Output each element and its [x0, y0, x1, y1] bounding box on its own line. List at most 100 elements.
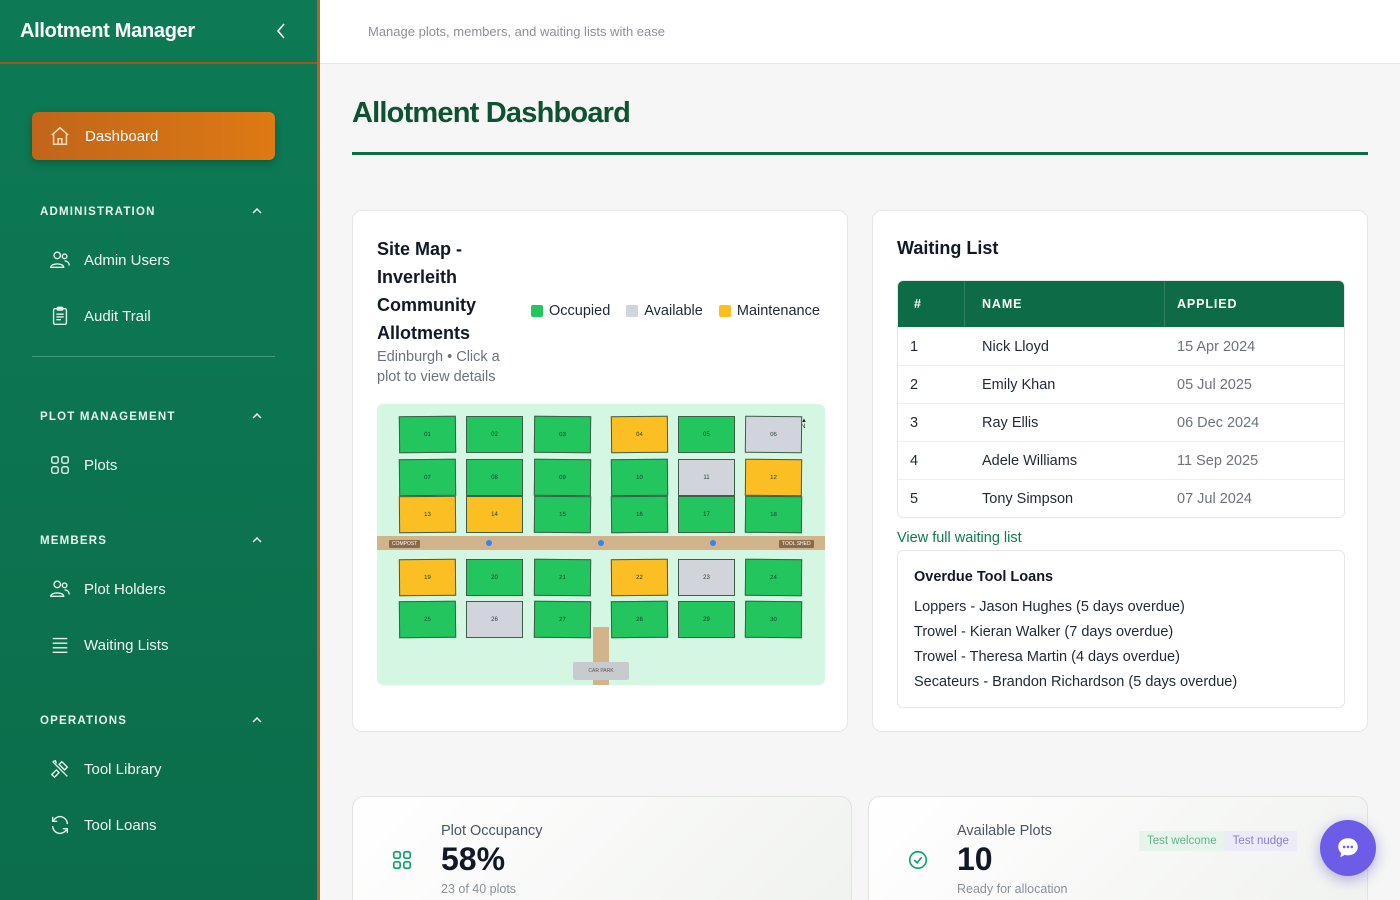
- row-number: 2: [910, 376, 919, 393]
- plot-03[interactable]: 03: [533, 415, 592, 454]
- legend-label: Available: [644, 303, 703, 319]
- plot-19[interactable]: 19: [398, 558, 457, 597]
- stat-label: Plot Occupancy: [441, 823, 543, 839]
- collapse-sidebar-button[interactable]: [271, 21, 291, 41]
- row-applied: 07 Jul 2024: [1177, 490, 1252, 507]
- plot-07[interactable]: 07: [398, 458, 457, 497]
- site-map-canvas[interactable]: COMPOST TOOL SHED CAR PARK ▲ N 01 02 03 04 05…: [377, 404, 825, 685]
- sidebar-divider: [32, 356, 275, 357]
- map-legend: Occupied Available Maintenance: [531, 303, 820, 319]
- plot-01[interactable]: 01: [398, 415, 457, 454]
- nav-label: Plots: [84, 456, 118, 474]
- nav-waiting-lists[interactable]: Waiting Lists: [48, 629, 168, 661]
- row-applied: 11 Sep 2025: [1177, 452, 1259, 469]
- column-header[interactable]: #: [898, 281, 965, 327]
- users-icon: [48, 248, 72, 272]
- plot-18[interactable]: 18: [744, 495, 803, 534]
- row-number: 1: [910, 338, 919, 355]
- plot-26[interactable]: 26: [466, 601, 523, 638]
- plot-11[interactable]: 11: [678, 459, 735, 496]
- compost-label: COMPOST: [389, 540, 421, 548]
- row-name: Nick Lloyd: [982, 338, 1049, 355]
- test-welcome-button[interactable]: Test welcome: [1139, 831, 1225, 851]
- plot-24[interactable]: 24: [744, 558, 803, 597]
- nav-plots[interactable]: Plots: [48, 449, 117, 481]
- nav-tool-loans[interactable]: Tool Loans: [48, 809, 157, 841]
- list-icon: [48, 633, 72, 657]
- site-map-title: Site Map - Inverleith Community Allotmen…: [377, 239, 476, 343]
- grid-icon: [392, 850, 412, 870]
- legend-swatch: [626, 305, 639, 317]
- stat-value: 10: [957, 841, 993, 877]
- sidebar-header: Allotment Manager: [0, 0, 317, 64]
- top-bar: Manage plots, members, and waiting lists…: [320, 0, 1400, 64]
- plot-13[interactable]: 13: [398, 495, 457, 534]
- column-header[interactable]: NAME: [965, 281, 1165, 327]
- overdue-item: Loppers - Jason Hughes (5 days overdue): [914, 599, 1185, 615]
- nav-label: Admin Users: [84, 251, 170, 269]
- plot-10[interactable]: 10: [610, 458, 669, 497]
- water-point-marker: [710, 540, 716, 546]
- plot-05[interactable]: 05: [678, 416, 735, 453]
- view-full-waiting-list-link[interactable]: View full waiting list: [897, 530, 1022, 546]
- table-row[interactable]: 1 Nick Lloyd 15 Apr 2024: [898, 327, 1344, 365]
- stat-note: Ready for allocation: [957, 882, 1068, 896]
- nav-dashboard-label: Dashboard: [85, 127, 159, 145]
- plot-06[interactable]: 06: [744, 415, 803, 454]
- plot-21[interactable]: 21: [533, 558, 592, 597]
- row-number: 4: [910, 452, 919, 469]
- plot-27[interactable]: 27: [533, 600, 592, 639]
- plot-23[interactable]: 23: [678, 559, 735, 596]
- table-row[interactable]: 4 Adele Williams 11 Sep 2025: [898, 441, 1344, 479]
- row-applied: 06 Dec 2024: [1177, 414, 1260, 431]
- plot-15[interactable]: 15: [533, 495, 592, 534]
- nav-tool-library[interactable]: Tool Library: [48, 753, 162, 785]
- nav-label: Tool Library: [84, 760, 162, 778]
- column-header[interactable]: APPLIED: [1165, 297, 1344, 311]
- plot-09[interactable]: 09: [533, 458, 592, 497]
- plot-08[interactable]: 08: [466, 459, 523, 496]
- chat-button[interactable]: [1320, 820, 1376, 876]
- plot-20[interactable]: 20: [466, 559, 523, 596]
- nav-audit-trail[interactable]: Audit Trail: [48, 300, 151, 332]
- test-nudge-button[interactable]: Test nudge: [1224, 831, 1297, 851]
- chevron-up-icon[interactable]: [250, 409, 264, 423]
- table-header: # NAME APPLIED: [898, 281, 1344, 327]
- plot-22[interactable]: 22: [610, 558, 669, 597]
- table-row[interactable]: 3 Ray Ellis 06 Dec 2024: [898, 403, 1344, 441]
- plot-17[interactable]: 17: [678, 496, 735, 533]
- nav-dashboard[interactable]: Dashboard: [32, 112, 275, 160]
- plot-14[interactable]: 14: [466, 496, 523, 533]
- chevron-up-icon[interactable]: [250, 204, 264, 218]
- legend-label: Occupied: [549, 303, 611, 319]
- nav-admin-users[interactable]: Admin Users: [48, 244, 170, 276]
- tools-icon: [48, 757, 72, 781]
- section-title-administration: ADMINISTRATION: [40, 206, 156, 218]
- site-map-card: Site Map - Inverleith Community Allotmen…: [352, 210, 848, 732]
- plot-02[interactable]: 02: [466, 416, 523, 453]
- plot-28[interactable]: 28: [610, 600, 669, 639]
- stat-value: 58%: [441, 841, 506, 877]
- nav-plot-holders[interactable]: Plot Holders: [48, 573, 166, 605]
- legend-label: Maintenance: [736, 303, 820, 319]
- section-title-plot-management: PLOT MANAGEMENT: [40, 411, 176, 423]
- legend-occupied: Occupied: [531, 303, 610, 319]
- nav-label: Tool Loans: [84, 816, 157, 834]
- plot-25[interactable]: 25: [398, 600, 457, 639]
- available-plots-card: Available Plots 10 Ready for allocation …: [868, 796, 1368, 900]
- plot-30[interactable]: 30: [744, 600, 803, 639]
- plot-12[interactable]: 12: [744, 458, 803, 497]
- legend-maintenance: Maintenance: [718, 303, 820, 319]
- plot-29[interactable]: 29: [678, 601, 735, 638]
- plot-04[interactable]: 04: [610, 415, 669, 454]
- table-row[interactable]: 5 Tony Simpson 07 Jul 2024: [898, 479, 1344, 517]
- chevron-up-icon[interactable]: [250, 713, 264, 727]
- nav-label: Audit Trail: [84, 307, 151, 325]
- water-point-marker: [486, 540, 492, 546]
- table-row[interactable]: 2 Emily Khan 05 Jul 2025: [898, 365, 1344, 403]
- app-title: Allotment Manager: [20, 19, 195, 42]
- overdue-item: Trowel - Theresa Martin (4 days overdue): [914, 649, 1180, 665]
- chevron-up-icon[interactable]: [250, 533, 264, 547]
- plot-16[interactable]: 16: [610, 495, 669, 534]
- row-number: 5: [910, 490, 919, 507]
